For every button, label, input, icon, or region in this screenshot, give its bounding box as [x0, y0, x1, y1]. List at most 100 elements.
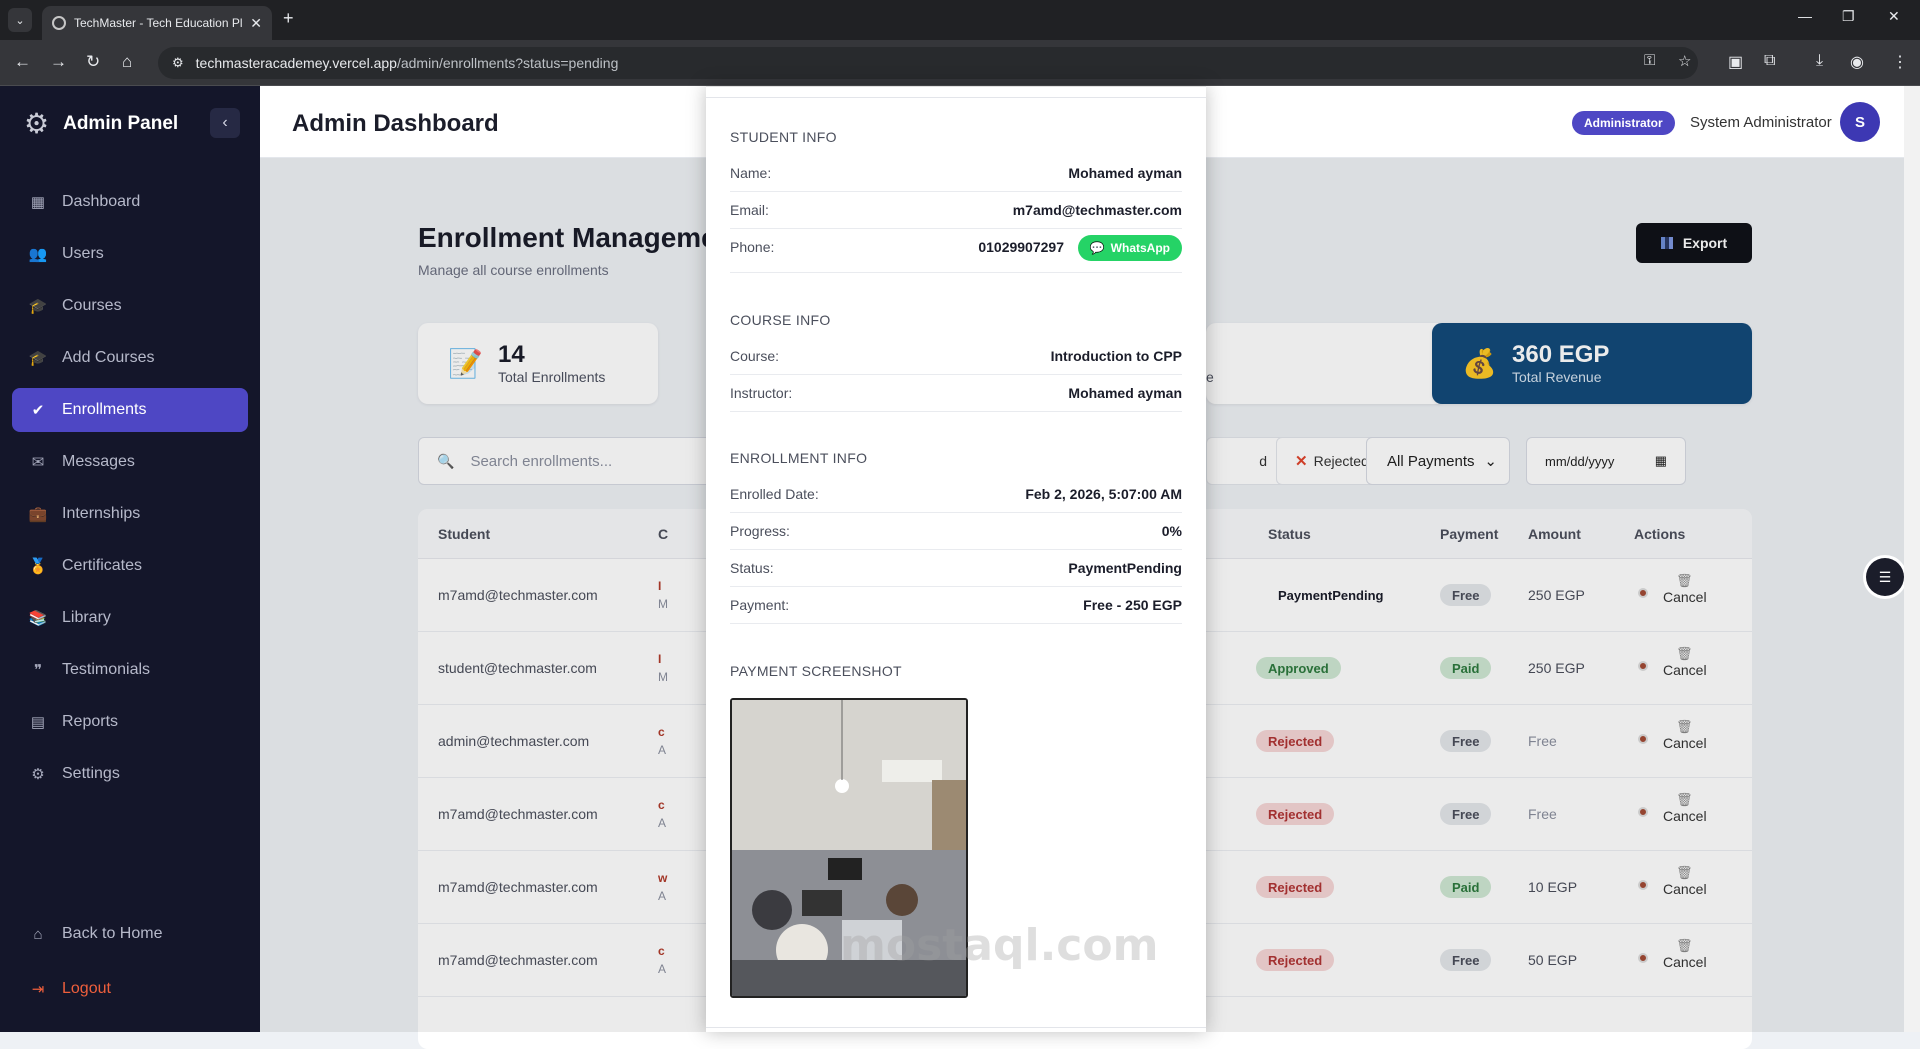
- sidebar-item-label: Enrollments: [62, 401, 147, 418]
- chat-icon: 💬: [1089, 241, 1105, 255]
- media-icon[interactable]: ▣: [1728, 52, 1743, 72]
- user-name: System Administrator: [1690, 114, 1832, 131]
- logout-icon: ⇥: [31, 981, 45, 998]
- address-bar[interactable]: ⚙ techmasteracademey.vercel.app/admin/en…: [158, 47, 1698, 79]
- instructor-value: Mohamed ayman: [1068, 385, 1182, 401]
- settings-icon: ⚙: [31, 766, 45, 783]
- email-key: Email:: [730, 202, 769, 218]
- sidebar-item-label: Messages: [62, 453, 135, 470]
- payment-screenshot-heading: PAYMENT SCREENSHOT: [730, 663, 902, 679]
- sidebar-item-messages[interactable]: ✉ Messages: [12, 440, 248, 484]
- sidebar-item-enrollments[interactable]: ✔ Enrollments: [12, 388, 248, 432]
- divider: [706, 1027, 1206, 1028]
- filter-settings-icon[interactable]: ☰: [1866, 558, 1904, 596]
- sidebar-title: Admin Panel: [63, 113, 179, 134]
- student-info-heading: STUDENT INFO: [730, 129, 837, 145]
- sidebar: ⚙ Admin Panel ‹ ▦ Dashboard 👥 Users 🎓 Cours…: [0, 86, 260, 1032]
- email-row: Email: m7amd@techmaster.com: [730, 192, 1182, 229]
- status-key: Status:: [730, 560, 774, 576]
- name-value: Mohamed ayman: [1068, 165, 1182, 181]
- download-icon[interactable]: ⤓: [1816, 52, 1823, 70]
- url-host: techmasteracademey.vercel.app: [195, 55, 397, 71]
- profile-icon[interactable]: ◉: [1850, 52, 1864, 72]
- users-icon: 👥: [28, 246, 48, 263]
- back-icon[interactable]: ←: [14, 52, 31, 72]
- status-value: PaymentPending: [1068, 560, 1182, 576]
- payment-key: Payment:: [730, 597, 790, 613]
- testimonials-icon: ❞: [33, 662, 43, 679]
- minimize-icon[interactable]: —: [1798, 8, 1812, 24]
- forward-icon[interactable]: →: [50, 52, 67, 72]
- tab-title: TechMaster - Tech Education Pl: [74, 16, 243, 30]
- browser-toolbar: ← → ↻ ⌂ ⚙ techmasteracademey.vercel.app/…: [0, 40, 1920, 86]
- sidebar-item-testimonials[interactable]: ❞ Testimonials: [12, 648, 248, 692]
- internships-icon: 💼: [28, 506, 48, 523]
- instructor-key: Instructor:: [730, 385, 793, 401]
- sidebar-item-label: Certificates: [62, 557, 143, 574]
- tab-search-icon[interactable]: ⌄: [8, 8, 32, 32]
- extensions-icon[interactable]: ⧉: [1764, 52, 1775, 70]
- progress-row: Progress: 0%: [730, 513, 1182, 550]
- avatar[interactable]: S: [1840, 102, 1880, 142]
- sidebar-item-label: Users: [62, 245, 104, 262]
- home-icon[interactable]: ⌂: [122, 52, 132, 72]
- enrolled-date-value: Feb 2, 2026, 5:07:00 AM: [1025, 486, 1182, 502]
- name-row: Name: Mohamed ayman: [730, 155, 1182, 192]
- chevron-left-icon: ‹: [222, 114, 228, 131]
- role-badge: Administrator: [1572, 111, 1675, 135]
- site-info-icon[interactable]: ⚙: [172, 55, 184, 71]
- watermark: mostaql.com: [840, 920, 1159, 971]
- sidebar-item-label: Reports: [62, 713, 119, 730]
- messages-icon: ✉: [31, 454, 45, 471]
- enrolled-date-row: Enrolled Date: Feb 2, 2026, 5:07:00 AM: [730, 476, 1182, 513]
- sidebar-item-label: Settings: [62, 765, 120, 782]
- home-icon: ⌂: [33, 925, 43, 943]
- collapse-sidebar-button[interactable]: ‹: [210, 108, 240, 138]
- phone-key: Phone:: [730, 239, 775, 255]
- new-tab-icon[interactable]: +: [283, 8, 294, 29]
- dashboard-icon: ▦: [30, 194, 46, 211]
- back-to-home-link[interactable]: ⌂ Back to Home: [12, 912, 248, 956]
- sidebar-item-label: Courses: [62, 297, 122, 314]
- sidebar-item-courses[interactable]: 🎓 Courses: [12, 284, 248, 328]
- sidebar-item-label: Dashboard: [62, 193, 141, 210]
- whatsapp-button[interactable]: 💬 WhatsApp: [1077, 235, 1182, 261]
- brand: ⚙ Admin Panel: [24, 110, 178, 138]
- close-tab-icon[interactable]: ✕: [250, 15, 262, 32]
- sidebar-item-label: Testimonials: [62, 661, 151, 678]
- course-row: Course: Introduction to CPP: [730, 338, 1182, 375]
- restore-icon[interactable]: ❐: [1842, 8, 1855, 25]
- reports-icon: ▤: [30, 714, 46, 731]
- menu-icon[interactable]: ⋮: [1892, 52, 1908, 72]
- progress-value: 0%: [1161, 523, 1182, 539]
- sidebar-item-reports[interactable]: ▤ Reports: [12, 700, 248, 744]
- email-value: m7amd@techmaster.com: [1012, 202, 1182, 218]
- course-value: Introduction to CPP: [1050, 348, 1182, 364]
- sidebar-item-label: Internships: [62, 505, 141, 522]
- sidebar-item-users[interactable]: 👥 Users: [12, 232, 248, 276]
- logout-link[interactable]: ⇥ Logout: [12, 967, 248, 1011]
- payment-value: Free - 250 EGP: [1083, 597, 1182, 613]
- enrollments-icon: ✔: [31, 402, 45, 419]
- close-window-icon[interactable]: ✕: [1888, 8, 1900, 25]
- page-scrollbar[interactable]: [1904, 86, 1920, 1032]
- sidebar-item-dashboard[interactable]: ▦ Dashboard: [12, 180, 248, 224]
- enrollment-details-modal: STUDENT INFO Name: Mohamed ayman Email: m7…: [706, 86, 1206, 1032]
- certificates-icon: 🏅: [28, 558, 48, 575]
- enrollment-info-heading: ENROLLMENT INFO: [730, 450, 868, 466]
- sidebar-item-settings[interactable]: ⚙ Settings: [12, 752, 248, 796]
- globe-icon: [52, 16, 66, 30]
- browser-chrome: ⌄ TechMaster - Tech Education Pl ✕ + — ❐…: [0, 0, 1920, 86]
- sidebar-item-add-courses[interactable]: 🎓 Add Courses: [12, 336, 248, 380]
- courses-icon: 🎓: [28, 298, 48, 315]
- sidebar-item-library[interactable]: 📚 Library: [12, 596, 248, 640]
- browser-tab[interactable]: TechMaster - Tech Education Pl ✕: [42, 6, 272, 40]
- sidebar-item-certificates[interactable]: 🏅 Certificates: [12, 544, 248, 588]
- sidebar-item-internships[interactable]: 💼 Internships: [12, 492, 248, 536]
- reload-icon[interactable]: ↻: [86, 52, 100, 72]
- bookmark-star-icon[interactable]: ☆: [1678, 52, 1691, 70]
- sidebar-item-label: Library: [62, 609, 111, 626]
- password-key-icon[interactable]: ⚿: [1644, 52, 1655, 69]
- phone-value: 01029907297: [978, 239, 1064, 255]
- phone-row: Phone: 01029907297 💬 WhatsApp: [730, 229, 1182, 273]
